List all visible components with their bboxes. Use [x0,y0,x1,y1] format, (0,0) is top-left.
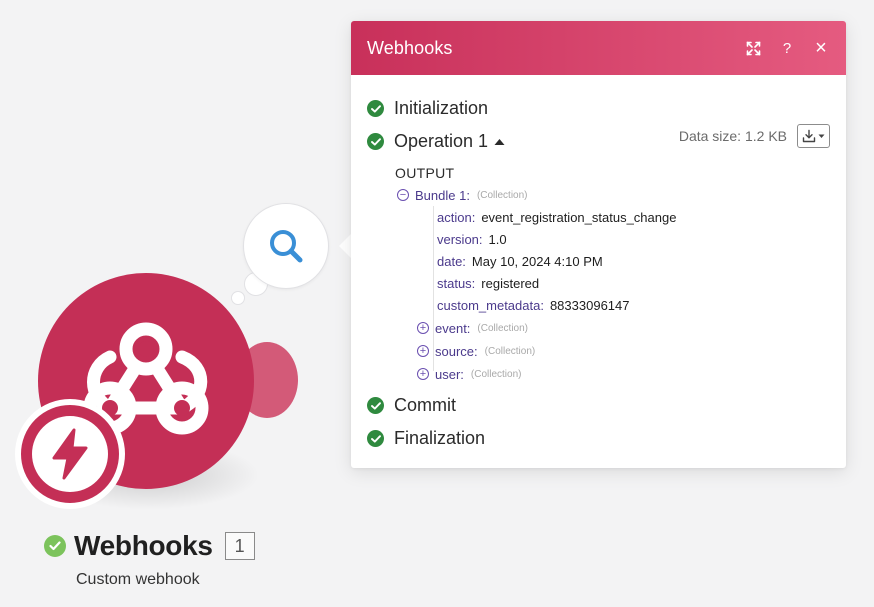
phase-commit[interactable]: Commit [367,389,830,422]
tree-key: custom_metadata: [437,297,544,313]
success-check-icon [44,535,66,557]
tree-key: event: [435,320,471,336]
tree-value: 88333096147 [549,297,630,313]
expand-button[interactable] [744,39,762,57]
collapse-caret-icon[interactable] [494,133,505,151]
tree-value: May 10, 2024 4:10 PM [471,253,603,269]
tree-key: action: [437,209,476,225]
search-icon [270,230,303,263]
panel-body: Initialization Operation 1 Data size: 1.… [351,75,846,455]
success-check-icon [367,430,384,447]
tree-value: event_registration_status_change [481,209,677,225]
collapse-minus-icon[interactable]: − [397,189,409,201]
panel-actions: ? × [744,37,830,59]
phase-label: Commit [394,395,456,415]
phase-label: Initialization [394,98,489,118]
success-check-icon [367,100,384,117]
chevron-down-icon [818,134,825,138]
panel-header: Webhooks ? × [351,21,846,75]
module-title: Webhooks [74,530,213,561]
tree-row: custom_metadata: 88333096147 [397,294,830,316]
expand-icon [746,41,760,55]
tree-key: version: [437,231,483,247]
phase-label: Operation 1 [394,131,489,151]
help-button[interactable]: ? [778,39,796,57]
tree-type: (Collection) [476,189,528,201]
inspect-bubble-button[interactable] [243,203,329,289]
thought-bubble-small [231,291,245,305]
tree-row-collection-event[interactable]: + event: (Collection) [397,317,830,339]
tree-key: Bundle 1: [415,187,470,203]
tree-guide-line [433,206,434,371]
tree-key: status: [437,275,476,291]
tree-value: registered [481,275,540,291]
tree-row: status: registered [397,272,830,294]
data-size-label: Data size: 1.2 KB [678,128,787,144]
tree-row-collection-user[interactable]: + user: (Collection) [397,363,830,385]
bundle-row[interactable]: − Bundle 1: (Collection) [397,184,830,206]
module-title-row: Webhooks 1 [44,530,255,562]
operation-count-badge[interactable]: 1 [224,532,255,560]
tree-type: (Collection) [477,322,528,334]
output-tree: − Bundle 1: (Collection) action: event_r… [397,184,830,385]
instant-trigger-badge [15,399,125,509]
tree-key: date: [437,253,466,269]
lightning-bolt-icon [52,428,88,480]
execution-inspector-panel: Webhooks ? × Initialization Operation 1 … [351,21,846,468]
tree-row: action: event_registration_status_change [397,206,830,228]
expand-plus-icon[interactable]: + [417,368,429,380]
panel-title: Webhooks [367,37,453,58]
success-check-icon [367,397,384,414]
tree-row-collection-source[interactable]: + source: (Collection) [397,340,830,362]
scenario-canvas: Webhooks 1 Custom webhook Webhooks ? × I… [0,0,874,607]
tree-row: date: May 10, 2024 4:10 PM [397,250,830,272]
download-menu-button[interactable] [797,124,830,148]
operation-meta: Data size: 1.2 KB [679,124,830,148]
phase-initialization[interactable]: Initialization [367,92,830,125]
expand-plus-icon[interactable]: + [417,322,429,334]
phase-label: Finalization [394,428,486,448]
tree-row: version: 1.0 [397,228,830,250]
tree-value: 1.0 [488,231,507,247]
close-button[interactable]: × [812,37,830,59]
expand-plus-icon[interactable]: + [417,345,429,357]
output-label: OUTPUT [395,165,455,181]
download-icon [802,129,816,143]
phase-finalization[interactable]: Finalization [367,422,830,455]
module-subtitle: Custom webhook [76,571,200,588]
tree-type: (Collection) [484,345,536,357]
tree-key: user: [435,366,464,382]
tree-type: (Collection) [470,368,522,380]
panel-pointer [339,234,351,258]
tree-key: source: [435,343,478,359]
success-check-icon [367,133,384,150]
